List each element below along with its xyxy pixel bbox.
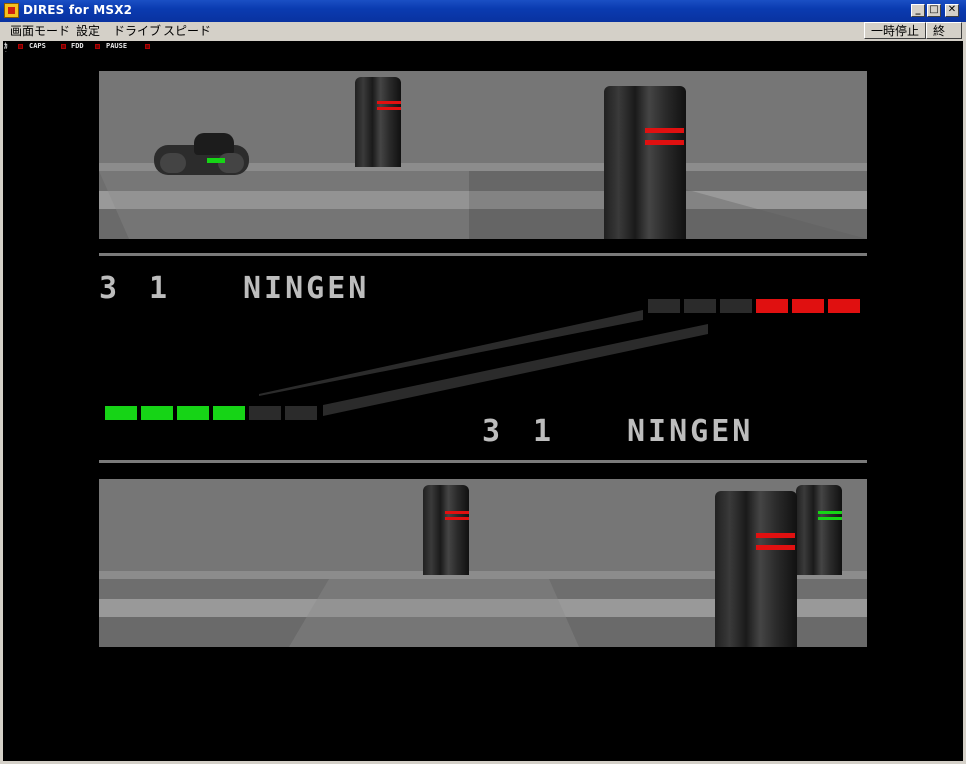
close-button[interactable]: ✕ xyxy=(945,4,959,17)
energy-segment-green xyxy=(177,406,209,420)
pillar xyxy=(355,77,401,167)
energy-segment xyxy=(249,406,281,420)
player2-score-b: 1 xyxy=(533,414,555,449)
exit-button[interactable]: 終了 xyxy=(926,22,962,54)
menu-bar: 画面モード 設定 ドライブ スピード 一時停止 終了 xyxy=(0,22,966,54)
window-title: DIRES for MSX2 xyxy=(23,3,133,17)
caps-label: CAPS xyxy=(29,42,46,50)
game-screen[interactable]: 3 1 NINGEN 3 1 NINGEN xyxy=(3,52,963,761)
pillar-near xyxy=(715,491,797,647)
fdd-led xyxy=(95,44,100,49)
minimize-button[interactable]: _ xyxy=(911,4,925,17)
fdd-label: FDD xyxy=(71,42,84,50)
bike-light-green xyxy=(207,158,225,163)
pillar-green xyxy=(796,485,842,575)
pillar xyxy=(423,485,469,575)
kana-led xyxy=(18,44,23,49)
menu-settings[interactable]: 設定 xyxy=(74,23,102,39)
player1-view xyxy=(99,71,867,239)
pillar-near xyxy=(604,86,686,239)
player2-name: NINGEN xyxy=(627,414,754,449)
player2-view xyxy=(99,479,867,647)
caps-led xyxy=(61,44,66,49)
hud-divider-bottom xyxy=(99,460,867,463)
menu-screen-mode[interactable]: 画面モード xyxy=(8,23,72,39)
menu-speed[interactable]: スピード xyxy=(161,23,213,39)
hud-divider-top xyxy=(99,253,867,256)
pause-label: PAUSE xyxy=(106,42,128,50)
energy-segment xyxy=(285,406,317,420)
title-bar: DIRES for MSX2 _ □ ✕ xyxy=(0,0,966,22)
light-cycle xyxy=(154,133,249,178)
pause-led xyxy=(145,44,150,49)
maximize-button[interactable]: □ xyxy=(927,4,941,17)
app-icon[interactable] xyxy=(4,3,19,18)
menu-drive[interactable]: ドライブ xyxy=(111,23,163,39)
energy-segment-green xyxy=(213,406,245,420)
energy-segment-green xyxy=(105,406,137,420)
energy-segment-green xyxy=(141,406,173,420)
player2-score-a: 3 xyxy=(482,414,504,449)
pause-button[interactable]: 一時停止 xyxy=(864,22,927,39)
